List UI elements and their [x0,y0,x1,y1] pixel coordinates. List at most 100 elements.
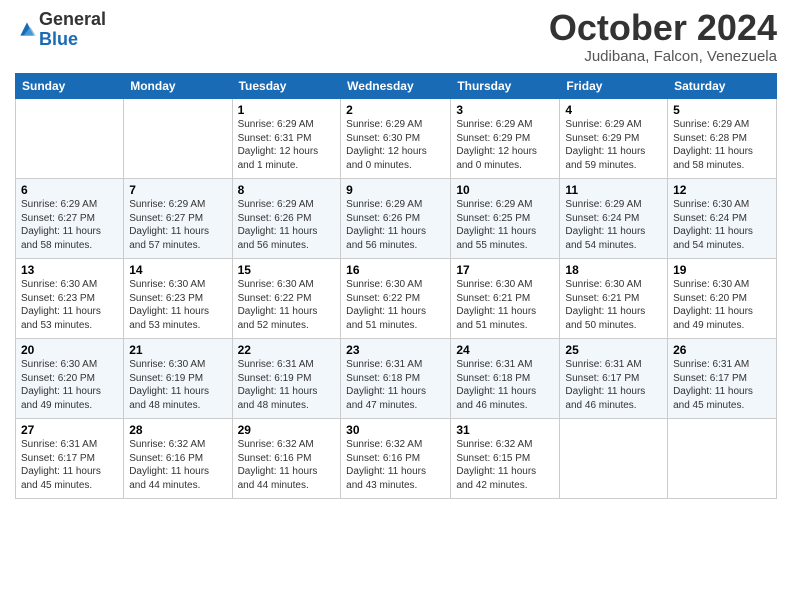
month-title: October 2024 [549,10,777,46]
calendar-cell: 19Sunrise: 6:30 AM Sunset: 6:20 PM Dayli… [668,259,777,339]
header-friday: Friday [560,74,668,99]
header: General Blue October 2024 Judibana, Falc… [15,10,777,65]
day-info: Sunrise: 6:29 AM Sunset: 6:28 PM Dayligh… [673,118,771,172]
day-info: Sunrise: 6:32 AM Sunset: 6:16 PM Dayligh… [346,438,445,492]
day-number: 7 [129,183,226,197]
calendar-cell: 23Sunrise: 6:31 AM Sunset: 6:18 PM Dayli… [341,339,451,419]
day-info: Sunrise: 6:32 AM Sunset: 6:15 PM Dayligh… [456,438,554,492]
calendar-cell: 27Sunrise: 6:31 AM Sunset: 6:17 PM Dayli… [16,419,124,499]
header-tuesday: Tuesday [232,74,341,99]
logo: General Blue [15,10,106,50]
calendar-week-row-1: 1Sunrise: 6:29 AM Sunset: 6:31 PM Daylig… [16,99,777,179]
calendar-cell: 17Sunrise: 6:30 AM Sunset: 6:21 PM Dayli… [451,259,560,339]
calendar-table: Sunday Monday Tuesday Wednesday Thursday… [15,73,777,499]
calendar-cell: 22Sunrise: 6:31 AM Sunset: 6:19 PM Dayli… [232,339,341,419]
day-number: 18 [565,263,662,277]
day-number: 4 [565,103,662,117]
calendar-cell: 10Sunrise: 6:29 AM Sunset: 6:25 PM Dayli… [451,179,560,259]
day-number: 13 [21,263,118,277]
calendar-cell: 30Sunrise: 6:32 AM Sunset: 6:16 PM Dayli… [341,419,451,499]
day-number: 25 [565,343,662,357]
logo-blue-text: Blue [39,30,106,50]
calendar-cell: 3Sunrise: 6:29 AM Sunset: 6:29 PM Daylig… [451,99,560,179]
calendar-cell: 15Sunrise: 6:30 AM Sunset: 6:22 PM Dayli… [232,259,341,339]
location: Judibana, Falcon, Venezuela [549,48,777,65]
day-info: Sunrise: 6:29 AM Sunset: 6:25 PM Dayligh… [456,198,554,252]
day-info: Sunrise: 6:30 AM Sunset: 6:21 PM Dayligh… [456,278,554,332]
day-number: 16 [346,263,445,277]
day-info: Sunrise: 6:29 AM Sunset: 6:24 PM Dayligh… [565,198,662,252]
day-number: 6 [21,183,118,197]
calendar-cell: 26Sunrise: 6:31 AM Sunset: 6:17 PM Dayli… [668,339,777,419]
day-number: 11 [565,183,662,197]
day-info: Sunrise: 6:31 AM Sunset: 6:19 PM Dayligh… [238,358,336,412]
calendar-cell [16,99,124,179]
day-info: Sunrise: 6:30 AM Sunset: 6:23 PM Dayligh… [21,278,118,332]
day-number: 14 [129,263,226,277]
day-number: 27 [21,423,118,437]
day-info: Sunrise: 6:29 AM Sunset: 6:30 PM Dayligh… [346,118,445,172]
day-number: 10 [456,183,554,197]
header-sunday: Sunday [16,74,124,99]
day-info: Sunrise: 6:31 AM Sunset: 6:18 PM Dayligh… [346,358,445,412]
calendar-week-row-3: 13Sunrise: 6:30 AM Sunset: 6:23 PM Dayli… [16,259,777,339]
calendar-cell: 9Sunrise: 6:29 AM Sunset: 6:26 PM Daylig… [341,179,451,259]
day-number: 1 [238,103,336,117]
calendar-cell: 11Sunrise: 6:29 AM Sunset: 6:24 PM Dayli… [560,179,668,259]
day-info: Sunrise: 6:29 AM Sunset: 6:26 PM Dayligh… [238,198,336,252]
day-info: Sunrise: 6:29 AM Sunset: 6:27 PM Dayligh… [129,198,226,252]
calendar-cell: 20Sunrise: 6:30 AM Sunset: 6:20 PM Dayli… [16,339,124,419]
calendar-cell: 14Sunrise: 6:30 AM Sunset: 6:23 PM Dayli… [124,259,232,339]
day-number: 22 [238,343,336,357]
calendar-cell: 28Sunrise: 6:32 AM Sunset: 6:16 PM Dayli… [124,419,232,499]
day-number: 28 [129,423,226,437]
calendar-cell: 2Sunrise: 6:29 AM Sunset: 6:30 PM Daylig… [341,99,451,179]
day-info: Sunrise: 6:30 AM Sunset: 6:21 PM Dayligh… [565,278,662,332]
day-info: Sunrise: 6:31 AM Sunset: 6:17 PM Dayligh… [21,438,118,492]
day-info: Sunrise: 6:29 AM Sunset: 6:26 PM Dayligh… [346,198,445,252]
calendar-cell: 31Sunrise: 6:32 AM Sunset: 6:15 PM Dayli… [451,419,560,499]
calendar-week-row-4: 20Sunrise: 6:30 AM Sunset: 6:20 PM Dayli… [16,339,777,419]
day-number: 20 [21,343,118,357]
day-info: Sunrise: 6:32 AM Sunset: 6:16 PM Dayligh… [238,438,336,492]
calendar-cell [560,419,668,499]
day-info: Sunrise: 6:31 AM Sunset: 6:18 PM Dayligh… [456,358,554,412]
calendar-cell: 18Sunrise: 6:30 AM Sunset: 6:21 PM Dayli… [560,259,668,339]
header-wednesday: Wednesday [341,74,451,99]
day-info: Sunrise: 6:31 AM Sunset: 6:17 PM Dayligh… [565,358,662,412]
day-number: 17 [456,263,554,277]
logo-general-text: General [39,10,106,30]
logo-icon [17,19,37,39]
day-number: 21 [129,343,226,357]
day-number: 3 [456,103,554,117]
day-info: Sunrise: 6:31 AM Sunset: 6:17 PM Dayligh… [673,358,771,412]
day-number: 30 [346,423,445,437]
day-info: Sunrise: 6:30 AM Sunset: 6:20 PM Dayligh… [21,358,118,412]
calendar-cell: 5Sunrise: 6:29 AM Sunset: 6:28 PM Daylig… [668,99,777,179]
day-info: Sunrise: 6:32 AM Sunset: 6:16 PM Dayligh… [129,438,226,492]
day-info: Sunrise: 6:29 AM Sunset: 6:31 PM Dayligh… [238,118,336,172]
day-info: Sunrise: 6:30 AM Sunset: 6:20 PM Dayligh… [673,278,771,332]
calendar-week-row-2: 6Sunrise: 6:29 AM Sunset: 6:27 PM Daylig… [16,179,777,259]
day-number: 24 [456,343,554,357]
header-monday: Monday [124,74,232,99]
header-thursday: Thursday [451,74,560,99]
day-number: 26 [673,343,771,357]
calendar-cell: 1Sunrise: 6:29 AM Sunset: 6:31 PM Daylig… [232,99,341,179]
day-number: 8 [238,183,336,197]
calendar-header-row: Sunday Monday Tuesday Wednesday Thursday… [16,74,777,99]
header-saturday: Saturday [668,74,777,99]
calendar-cell: 25Sunrise: 6:31 AM Sunset: 6:17 PM Dayli… [560,339,668,419]
day-number: 23 [346,343,445,357]
calendar-cell: 8Sunrise: 6:29 AM Sunset: 6:26 PM Daylig… [232,179,341,259]
day-info: Sunrise: 6:30 AM Sunset: 6:22 PM Dayligh… [238,278,336,332]
day-number: 12 [673,183,771,197]
day-number: 15 [238,263,336,277]
calendar-cell: 6Sunrise: 6:29 AM Sunset: 6:27 PM Daylig… [16,179,124,259]
calendar-cell: 4Sunrise: 6:29 AM Sunset: 6:29 PM Daylig… [560,99,668,179]
calendar-week-row-5: 27Sunrise: 6:31 AM Sunset: 6:17 PM Dayli… [16,419,777,499]
day-info: Sunrise: 6:30 AM Sunset: 6:24 PM Dayligh… [673,198,771,252]
calendar-cell: 12Sunrise: 6:30 AM Sunset: 6:24 PM Dayli… [668,179,777,259]
calendar-cell: 21Sunrise: 6:30 AM Sunset: 6:19 PM Dayli… [124,339,232,419]
day-info: Sunrise: 6:29 AM Sunset: 6:27 PM Dayligh… [21,198,118,252]
